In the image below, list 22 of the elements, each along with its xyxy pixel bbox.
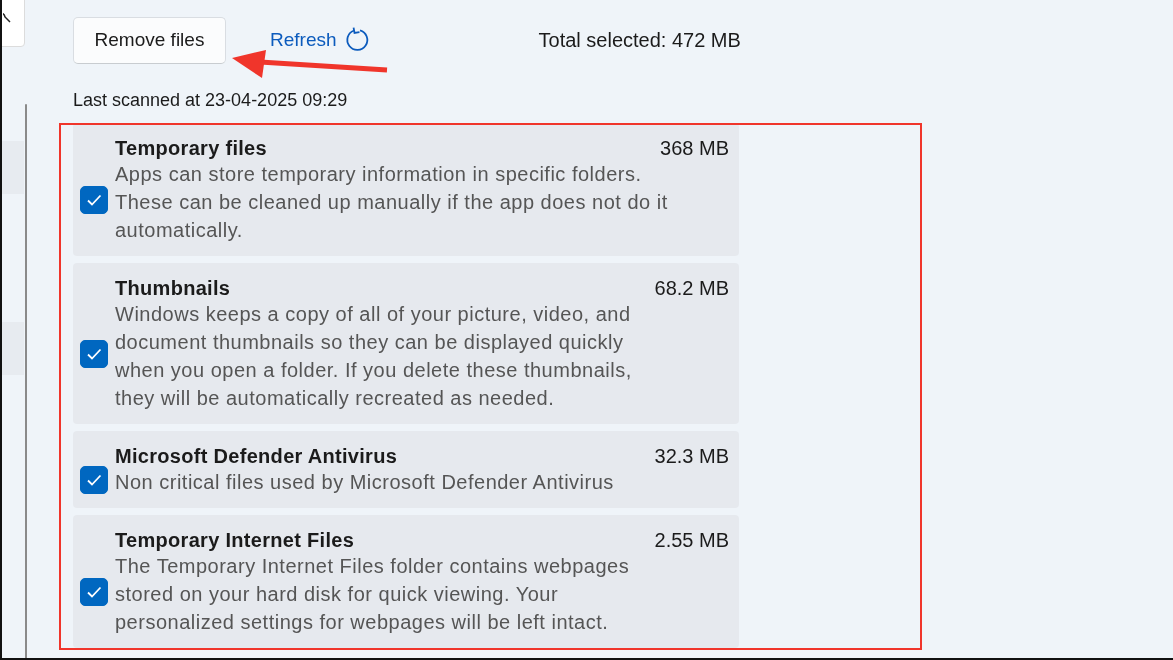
category-title: Thumbnails — [115, 277, 231, 300]
refresh-icon — [344, 27, 371, 53]
checkbox[interactable] — [80, 339, 108, 368]
category-description: Non critical files used by Microsoft Defender Antivirus — [115, 470, 615, 495]
last-scanned-text: Last scanned at 23-04-2025 09:29 — [73, 90, 349, 111]
checkbox[interactable] — [80, 185, 108, 214]
category-description: Windows keeps a copy of all of your picture, video, and document thumbnails so they can be displayed quickly when you open a folder. If you delete these thumbnails, they will be automatically recreated as needed. — [115, 302, 633, 411]
category-size: 2.55 MB — [654, 529, 729, 552]
category-description: Apps can store temporary information in specific folders. These can be cleaned up manually if the app does not do it automatically. — [115, 162, 669, 243]
category-size: 68.2 MB — [654, 277, 729, 300]
category-title: Temporary files — [115, 137, 267, 160]
total-selected-text: Total selected: 472 MB — [538, 28, 741, 52]
category-title: Temporary Internet Files — [115, 529, 355, 552]
category-title: Microsoft Defender Antivirus — [115, 445, 398, 468]
checkbox[interactable] — [80, 577, 108, 606]
refresh-link[interactable]: Refresh — [270, 27, 371, 53]
remove-files-button[interactable]: Remove files — [73, 16, 226, 64]
checkbox[interactable] — [80, 465, 108, 494]
scrollbar[interactable] — [25, 104, 27, 658]
category-size: 368 MB — [660, 137, 729, 160]
category-description: The Temporary Internet Files folder contains webpages stored on your hard disk for quick viewing. Your personalized settings for webpages will be left intact. — [115, 554, 631, 635]
category-size: 32.3 MB — [654, 445, 729, 468]
